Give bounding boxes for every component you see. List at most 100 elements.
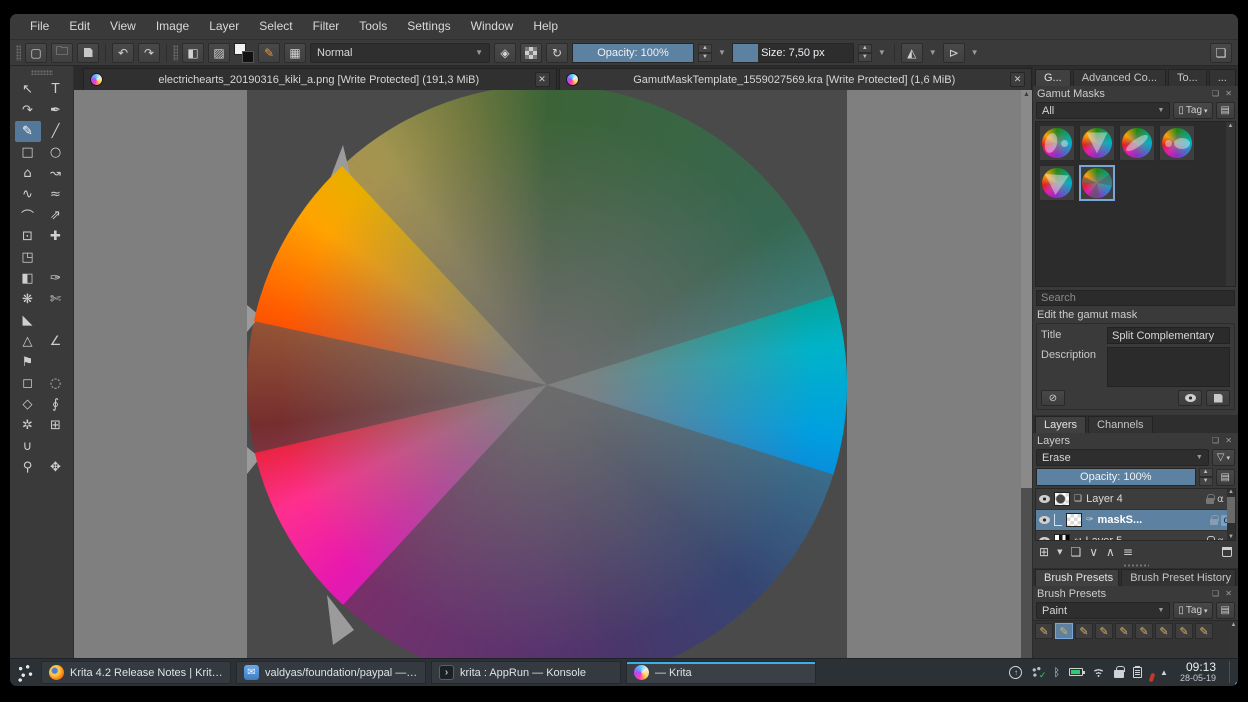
wraparound-button[interactable]: ⊳ <box>942 42 965 63</box>
layer-row-layer4[interactable]: ❏ Layer 4 α ≡ <box>1036 489 1235 510</box>
wifi-tray-icon[interactable] <box>1092 667 1106 678</box>
lock-tray-icon[interactable] <box>1114 666 1125 679</box>
menu-window[interactable]: Window <box>461 14 524 39</box>
menu-layer[interactable]: Layer <box>199 14 249 39</box>
brush-editor-button[interactable]: ✎ <box>258 42 280 63</box>
scrollbar-up-icon[interactable]: ▲ <box>1226 123 1235 129</box>
save-button[interactable] <box>77 42 99 63</box>
brush-preset-thumb[interactable]: ✎ <box>1035 623 1053 639</box>
updates-tray-icon[interactable]: ↑ <box>1009 665 1238 686</box>
mask-description-input[interactable] <box>1107 347 1230 387</box>
task-krita-active[interactable]: — Krita <box>626 661 816 684</box>
scrollbar-handle[interactable] <box>1227 497 1235 523</box>
layer-blend-mode-combo[interactable]: Erase ▼ <box>1036 449 1209 466</box>
layer-view-mode-button[interactable]: ▤ <box>1215 468 1235 486</box>
tool-fill[interactable]: ◣ <box>15 310 41 331</box>
opacity-spinner[interactable]: ▲ ▼ <box>698 43 712 62</box>
docker-float-close-icons[interactable]: ❏ ✕ <box>1212 436 1234 445</box>
tool-transform[interactable]: ⊡ <box>15 226 41 247</box>
pattern-chooser-button[interactable]: ▨ <box>208 42 230 63</box>
size-spinner[interactable]: ▲ ▼ <box>857 43 872 62</box>
undo-button[interactable]: ↶ <box>112 42 134 63</box>
tag-button[interactable]: ▯ Tag ▾ <box>1173 102 1213 119</box>
tool-freehand-select[interactable]: ∮ <box>43 394 69 415</box>
brush-tag-button[interactable]: ▯ Tag ▾ <box>1173 602 1213 619</box>
tool-assistants[interactable]: △ <box>15 331 41 352</box>
task-kmail[interactable]: ✉ valdyas/foundation/paypal — KM... <box>236 661 426 684</box>
preview-mask-button[interactable] <box>1178 390 1202 406</box>
preserve-alpha-button[interactable] <box>520 42 542 63</box>
size-slider[interactable]: Size: 7,50 px <box>731 42 854 63</box>
wraparound-caret-icon[interactable]: ▼ <box>969 48 981 57</box>
docker-tab-tool-options[interactable]: To... <box>1167 69 1207 86</box>
gamut-mask-triangle[interactable] <box>1079 125 1115 161</box>
lock-icon[interactable] <box>1207 536 1216 540</box>
gamut-mask-atmospheric-triad[interactable] <box>1039 125 1075 161</box>
layer-thumbnail[interactable] <box>1054 534 1070 540</box>
brush-preset-thumb[interactable]: ✎ <box>1095 623 1113 639</box>
layer-thumbnail[interactable] <box>1066 513 1082 527</box>
tray-expand-icon[interactable]: ▲ <box>1160 668 1168 677</box>
network-sync-tray-icon[interactable]: ✓ <box>1031 665 1046 680</box>
brush-preset-thumb[interactable]: ✎ <box>1175 623 1193 639</box>
gamut-mask-dominant-hue-accent[interactable] <box>1159 125 1195 161</box>
toolbar-grip[interactable] <box>16 44 21 61</box>
tool-ellipse[interactable]: ○ <box>43 142 69 163</box>
brush-preset-thumb[interactable]: ✎ <box>1115 623 1133 639</box>
tool-rectangle[interactable]: □ <box>15 142 41 163</box>
workspace-chooser-button[interactable]: ❏ <box>1210 42 1232 63</box>
tool-text[interactable]: T <box>43 79 69 100</box>
gamut-mask-split-complementary[interactable] <box>1079 165 1115 201</box>
tab-document-1[interactable]: electrichearts_20190316_kiki_a.png [Writ… <box>83 68 557 90</box>
opacity-caret-icon[interactable]: ▼ <box>716 48 728 57</box>
tool-magnetic-select[interactable]: ∪ <box>15 436 41 457</box>
menu-file[interactable]: File <box>20 14 59 39</box>
brush-preset-thumb[interactable]: ✎ <box>1135 623 1153 639</box>
menu-help[interactable]: Help <box>523 14 568 39</box>
app-launcher-icon[interactable] <box>14 661 36 684</box>
close-icon[interactable]: ✕ <box>534 72 550 87</box>
docker-float-close-icons[interactable]: ❏ ✕ <box>1212 89 1234 98</box>
add-layer-caret-icon[interactable]: ▼ <box>1057 548 1062 556</box>
tool-pan[interactable]: ✥ <box>43 457 69 478</box>
reload-preset-button[interactable]: ↻ <box>546 42 568 63</box>
scrollbar-up-icon[interactable]: ▲ <box>1021 91 1032 98</box>
docker-tab-advanced-color[interactable]: Advanced Co... <box>1072 69 1166 86</box>
layer-thumbnail[interactable] <box>1054 492 1070 506</box>
tool-smart-patch[interactable]: ❋ <box>15 289 41 310</box>
menu-edit[interactable]: Edit <box>59 14 100 39</box>
visibility-eye-icon[interactable] <box>1039 495 1050 503</box>
tool-ellipse-select[interactable]: ◌ <box>43 373 69 394</box>
tool-edit-shapes[interactable]: ↷ <box>15 100 41 121</box>
tool-zoom[interactable]: ⚲ <box>15 457 41 478</box>
brush-display-options-button[interactable]: ▤ <box>1215 602 1235 619</box>
docker-tab-more[interactable]: ... <box>1208 69 1236 86</box>
brush-filter-combo[interactable]: Paint ▼ <box>1036 602 1171 619</box>
mirror-horizontal-button[interactable]: ◭ <box>900 42 923 63</box>
tab-document-2[interactable]: GamutMaskTemplate_1559027569.kra [Write … <box>558 68 1032 90</box>
tool-color-sampler[interactable]: ✑ <box>43 268 69 289</box>
brush-grid-scrollbar[interactable]: ▲ <box>1229 621 1238 658</box>
alpha-lock-icon[interactable]: α <box>1217 494 1224 505</box>
bluetooth-tray-icon[interactable]: ᛒ <box>1053 667 1060 678</box>
menu-settings[interactable]: Settings <box>397 14 460 39</box>
tool-calligraphy[interactable]: ✒ <box>43 100 69 121</box>
tool-freehand-brush[interactable]: ✎ <box>14 121 41 142</box>
scrollbar-handle[interactable] <box>1021 90 1032 488</box>
tool-polyline[interactable]: ↝ <box>43 163 69 184</box>
show-desktop-button[interactable] <box>1229 661 1234 684</box>
visibility-eye-icon[interactable] <box>1039 537 1050 540</box>
tool-similar-select[interactable]: ⊞ <box>43 415 69 436</box>
add-layer-button[interactable]: ⊞ <box>1039 545 1049 559</box>
tool-colorize-mask[interactable]: ✄ <box>43 289 69 310</box>
tool-measure[interactable]: ∠ <box>43 331 69 352</box>
layer-list-scrollbar[interactable]: ▲ ▼ <box>1227 489 1235 540</box>
scrollbar-up-icon[interactable]: ▲ <box>1229 622 1238 628</box>
brush-presets-button[interactable]: ▦ <box>284 42 306 63</box>
tool-line[interactable]: ╱ <box>43 121 69 142</box>
mask-search-input[interactable] <box>1036 290 1235 306</box>
redo-button[interactable]: ↷ <box>138 42 160 63</box>
layer-opacity-spinner[interactable]: ▲ ▼ <box>1198 468 1213 486</box>
brush-preset-thumb-selected[interactable]: ✎ <box>1055 623 1073 639</box>
tab-channels[interactable]: Channels <box>1088 416 1153 433</box>
